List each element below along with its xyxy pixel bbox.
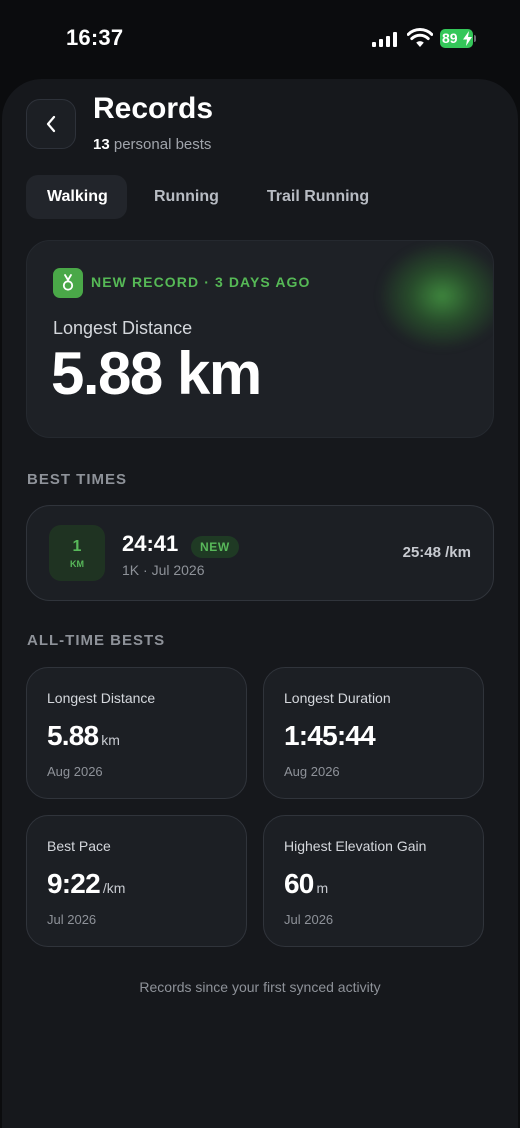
stat-value: 9:22/km — [47, 868, 125, 900]
footer-note: Records since your first synced activity — [139, 979, 381, 995]
stat-unit: /km — [102, 880, 126, 896]
stat-label: Highest Elevation Gain — [284, 838, 427, 854]
stat-number: 9:22 — [47, 868, 101, 899]
battery-icon: 89 — [440, 29, 476, 48]
stat-card-longest-duration[interactable]: Longest Duration 1:45:44 Aug 2026 — [263, 667, 484, 799]
record-glow — [379, 243, 493, 349]
stat-value: 5.88 km — [47, 720, 120, 752]
stat-unit: km — [101, 732, 120, 748]
stat-label: Longest Duration — [284, 690, 391, 706]
stat-number: 5.88 — [47, 720, 99, 751]
stat-date: Aug 2026 — [284, 764, 340, 779]
stat-label: Longest Distance — [47, 690, 156, 706]
best-time-row[interactable]: 1 KM 24:41 NEW 1K · Jul 2026 25:48 /km — [26, 505, 494, 601]
tab-trail-running[interactable]: Trail Running — [267, 175, 369, 219]
signal-icon — [372, 32, 398, 47]
tab-running[interactable]: Running — [154, 175, 219, 219]
stat-unit: m — [316, 880, 329, 896]
records-count-label: personal bests — [113, 136, 212, 153]
records-count-number: 13 — [93, 136, 110, 153]
stat-value: 60 m — [284, 868, 328, 900]
charging-bolt-icon — [463, 31, 472, 46]
best-time-pace: 25:48 /km — [402, 544, 471, 561]
best-time-meta: 1K · Jul 2026 — [122, 562, 205, 578]
stat-date: Jul 2026 — [284, 912, 334, 927]
records-sheet — [2, 79, 518, 1128]
stat-date: Aug 2026 — [47, 764, 103, 779]
back-chevron-icon — [46, 115, 56, 133]
wifi-icon — [407, 28, 433, 47]
best-time-value: 24:41 — [122, 531, 179, 556]
status-time: 16:37 — [66, 25, 124, 50]
new-badge: NEW — [191, 536, 239, 558]
new-record-badge: NEW RECORD · 3 DAYS AGO — [91, 274, 311, 290]
page-title: Records — [93, 92, 214, 125]
stat-number: 60 — [284, 868, 314, 899]
stat-label: Best Pace — [47, 838, 111, 854]
medal-icon — [53, 268, 83, 298]
status-bar: 16:37 89 — [0, 0, 520, 78]
battery-level: 89 — [442, 30, 458, 46]
stat-card-best-pace[interactable]: Best Pace 9:22/km Jul 2026 — [26, 815, 247, 947]
distance-badge: 1 KM — [49, 525, 105, 581]
new-record-card[interactable]: NEW RECORD · 3 DAYS AGO Longest Distance… — [26, 240, 494, 438]
all-time-bests-heading: ALL-TIME BESTS — [27, 632, 166, 649]
best-times-heading: BEST TIMES — [27, 471, 128, 488]
hero-value: 5.88 km — [51, 340, 262, 407]
activity-tabs: Walking Running Trail Running — [26, 175, 369, 219]
stat-date: Jul 2026 — [47, 912, 97, 927]
distance-unit: KM — [70, 558, 84, 569]
back-button[interactable] — [26, 99, 76, 149]
stat-value: 1:45:44 — [284, 720, 376, 752]
distance-number: 1 — [72, 537, 82, 555]
stat-card-longest-distance[interactable]: Longest Distance 5.88 km Aug 2026 — [26, 667, 247, 799]
records-count: 13 personal bests — [93, 136, 211, 153]
stat-number: 1:45:44 — [284, 720, 376, 751]
hero-label: Longest Distance — [53, 318, 193, 338]
stat-card-highest-elevation-gain[interactable]: Highest Elevation Gain 60 m Jul 2026 — [263, 815, 484, 947]
tab-walking[interactable]: Walking — [26, 175, 127, 219]
